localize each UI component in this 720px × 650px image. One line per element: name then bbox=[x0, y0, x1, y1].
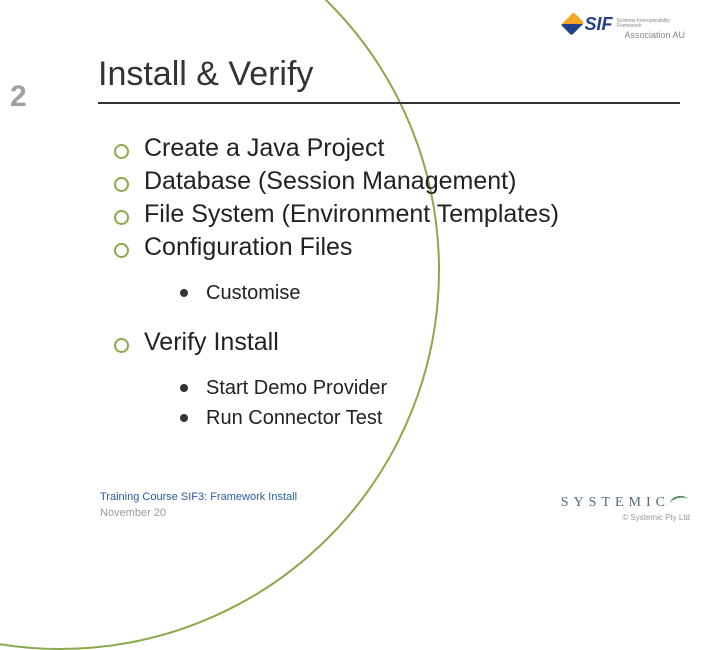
slide-title: Install & Verify bbox=[98, 55, 680, 100]
bullet-text: Database (Session Management) bbox=[144, 167, 516, 195]
footer-course-name: Training Course SIF3: Framework Install bbox=[100, 490, 297, 506]
copyright-text: © Systemic Pty Ltd bbox=[561, 513, 690, 522]
title-block: Install & Verify bbox=[98, 55, 680, 104]
list-item: Database (Session Management) bbox=[108, 165, 690, 198]
footer-date: November 20 bbox=[100, 506, 297, 522]
bullet-list: Create a Java Project Database (Session … bbox=[108, 132, 690, 433]
logo-brand-text: SIF bbox=[584, 14, 612, 35]
list-item: Configuration Files Customise bbox=[108, 231, 690, 308]
sub-list-item: Start Demo Provider bbox=[144, 373, 690, 403]
footer: Training Course SIF3: Framework Install … bbox=[100, 490, 690, 522]
content-area: Create a Java Project Database (Session … bbox=[108, 132, 690, 451]
sub-list-item: Customise bbox=[144, 278, 690, 308]
footer-left: Training Course SIF3: Framework Install … bbox=[100, 490, 297, 522]
company-logo: SYSTEMIC bbox=[561, 492, 690, 511]
logo-diamond-icon bbox=[561, 12, 585, 36]
logo-tagline: Systems Interoperability Framework bbox=[616, 19, 685, 29]
slide-number: 2 bbox=[10, 80, 27, 114]
bullet-text: Configuration Files bbox=[144, 233, 352, 261]
bullet-text: File System (Environment Templates) bbox=[144, 200, 559, 228]
swoosh-icon bbox=[670, 494, 690, 508]
list-item: Create a Java Project bbox=[108, 132, 690, 165]
sub-bullet-text: Start Demo Provider bbox=[206, 377, 387, 399]
sub-bullet-text: Run Connector Test bbox=[206, 407, 382, 429]
list-item: File System (Environment Templates) bbox=[108, 198, 690, 231]
sub-list-item: Run Connector Test bbox=[144, 403, 690, 433]
title-underline bbox=[98, 102, 680, 104]
bullet-text: Create a Java Project bbox=[144, 134, 384, 162]
sub-bullet-text: Customise bbox=[206, 282, 300, 304]
bullet-text: Verify Install bbox=[144, 328, 279, 356]
logo-subline: Association AU bbox=[624, 30, 685, 40]
sub-list: Customise bbox=[144, 278, 690, 308]
company-logo-text: SYSTEMIC bbox=[561, 495, 670, 510]
list-item: Verify Install Start Demo Provider Run C… bbox=[108, 326, 690, 433]
sub-list: Start Demo Provider Run Connector Test bbox=[144, 373, 690, 433]
footer-right: SYSTEMIC © Systemic Pty Ltd bbox=[561, 492, 690, 522]
